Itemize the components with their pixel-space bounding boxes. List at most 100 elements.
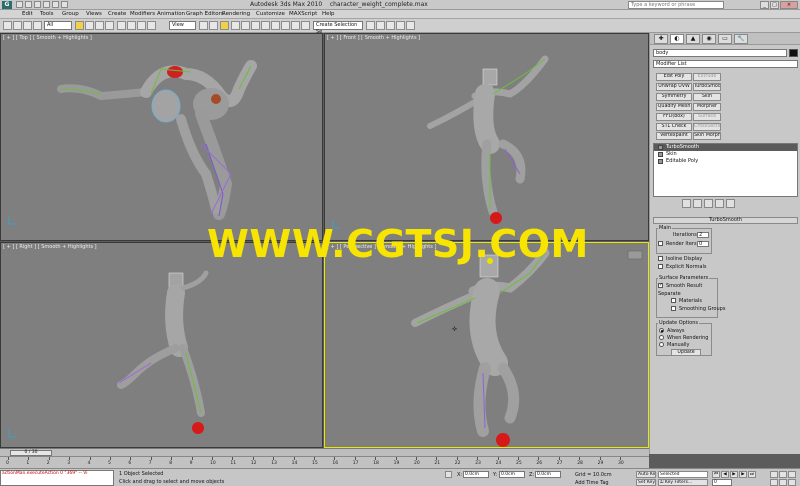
key-filters-button[interactable]: ⚿ Key Filters... bbox=[658, 479, 708, 486]
surface-button[interactable]: Surface bbox=[693, 113, 721, 121]
menu-customize[interactable]: Customize bbox=[256, 11, 285, 17]
light-bulb-icon[interactable] bbox=[658, 152, 663, 157]
region-select-icon[interactable] bbox=[95, 21, 104, 30]
menu-edit[interactable]: Edit bbox=[22, 11, 33, 17]
previous-frame-icon[interactable]: ◀ bbox=[721, 471, 729, 478]
add-time-tag[interactable]: Add Time Tag bbox=[575, 480, 609, 486]
when-rendering-radio[interactable] bbox=[659, 335, 664, 340]
rendered-frame-icon[interactable] bbox=[396, 21, 405, 30]
pan-view-icon[interactable] bbox=[779, 479, 787, 486]
field-of-view-icon[interactable] bbox=[770, 479, 778, 486]
lock-selection-icon[interactable] bbox=[445, 471, 452, 478]
tab-display[interactable]: ▭ bbox=[718, 34, 732, 44]
ffd-box-button[interactable]: FFD(box) bbox=[656, 113, 692, 121]
auto-key-button[interactable]: Auto Key bbox=[636, 471, 656, 478]
smoothing-groups-checkbox[interactable] bbox=[671, 306, 676, 311]
go-to-end-icon[interactable]: ⏭ bbox=[748, 471, 756, 478]
minimize-button[interactable]: _ bbox=[760, 1, 769, 9]
render-setup-icon[interactable] bbox=[386, 21, 395, 30]
materials-checkbox[interactable] bbox=[671, 298, 676, 303]
undo-icon[interactable] bbox=[43, 1, 50, 8]
maximize-button[interactable]: □ bbox=[770, 1, 779, 9]
tab-modify[interactable]: ◐ bbox=[670, 34, 684, 44]
render-icon[interactable] bbox=[406, 21, 415, 30]
crosssection-button[interactable]: CrossSection bbox=[693, 123, 721, 131]
tab-create[interactable]: ✚ bbox=[654, 34, 668, 44]
close-button[interactable]: × bbox=[780, 1, 798, 9]
always-radio[interactable] bbox=[659, 328, 664, 333]
percent-snap-icon[interactable] bbox=[241, 21, 250, 30]
pin-stack-icon[interactable] bbox=[682, 199, 691, 208]
viewport-right[interactable]: [ + ] [ Right ] [ Smooth + Highlights ] bbox=[0, 242, 323, 448]
light-bulb-icon[interactable] bbox=[658, 145, 663, 150]
tab-hierarchy[interactable]: ▲ bbox=[686, 34, 700, 44]
viewport-top[interactable]: [ + ] [ Top ] [ Smooth + Highlights ] bbox=[0, 33, 323, 241]
orbit-icon[interactable] bbox=[788, 479, 796, 486]
set-key-button[interactable]: Set Key bbox=[636, 479, 656, 486]
menu-maxscript[interactable]: MAXScript bbox=[289, 11, 317, 17]
select-manipulate-icon[interactable] bbox=[147, 21, 156, 30]
new-file-icon[interactable] bbox=[16, 1, 23, 8]
pivot-center-icon[interactable] bbox=[199, 21, 208, 30]
iterations-spinner[interactable]: 2 bbox=[697, 232, 709, 238]
remove-modifier-icon[interactable] bbox=[715, 199, 724, 208]
turbosmooth-rollout-header[interactable]: TurboSmooth bbox=[653, 217, 798, 224]
current-frame-field[interactable]: 0 bbox=[712, 479, 732, 486]
layer-manager-icon[interactable] bbox=[291, 21, 300, 30]
curve-editor-icon[interactable] bbox=[301, 21, 310, 30]
menu-animation[interactable]: Animation bbox=[157, 11, 185, 17]
update-button[interactable]: Update bbox=[671, 349, 701, 356]
menu-help[interactable]: Help bbox=[322, 11, 335, 17]
morpher-button[interactable]: Morpher bbox=[693, 103, 721, 111]
zoom-all-icon[interactable] bbox=[779, 471, 787, 478]
rotate-icon[interactable] bbox=[127, 21, 136, 30]
tab-motion[interactable]: ◉ bbox=[702, 34, 716, 44]
selection-filter-dropdown[interactable]: All bbox=[44, 21, 72, 30]
skin-morph-button[interactable]: Skin Morph bbox=[693, 132, 721, 140]
spinner-snap-icon[interactable] bbox=[251, 21, 260, 30]
make-unique-icon[interactable] bbox=[704, 199, 713, 208]
material-editor-icon[interactable] bbox=[376, 21, 385, 30]
tab-utilities[interactable]: 🔧 bbox=[734, 34, 748, 44]
play-icon[interactable]: ▶ bbox=[730, 471, 738, 478]
expand-icon[interactable] bbox=[658, 159, 663, 164]
edit-poly-button[interactable]: Edit Poly bbox=[656, 73, 692, 81]
object-name-field[interactable]: body bbox=[653, 49, 787, 57]
link-icon[interactable] bbox=[23, 21, 32, 30]
menu-tools[interactable]: Tools bbox=[40, 11, 54, 17]
open-file-icon[interactable] bbox=[25, 1, 32, 8]
scale-icon[interactable] bbox=[137, 21, 146, 30]
menu-create[interactable]: Create bbox=[108, 11, 126, 17]
maxscript-listener[interactable]: actionMan.executeAction 0 "369" -- Vi bbox=[0, 470, 114, 486]
mirror-icon[interactable] bbox=[271, 21, 280, 30]
edit-named-selection-icon[interactable] bbox=[261, 21, 270, 30]
stack-item-editable-poly[interactable]: Editable Poly bbox=[654, 158, 797, 165]
menu-group[interactable]: Group bbox=[62, 11, 79, 17]
render-iters-spinner[interactable]: 0 bbox=[697, 241, 709, 247]
hold-icon[interactable] bbox=[61, 1, 68, 8]
skin-button[interactable]: Skin bbox=[693, 93, 721, 101]
window-crossing-icon[interactable] bbox=[105, 21, 114, 30]
viewport-front[interactable]: [ + ] [ Front ] [ Smooth + Highlights ] bbox=[324, 33, 649, 241]
key-mode-dropdown[interactable]: Selected bbox=[658, 471, 708, 478]
x-coordinate-field[interactable]: 0.0cm bbox=[463, 471, 489, 478]
manually-radio[interactable] bbox=[659, 342, 664, 347]
menu-modifiers[interactable]: Modifiers bbox=[130, 11, 155, 17]
menu-graph-editors[interactable]: Graph Editors bbox=[186, 11, 224, 17]
stl-check-button[interactable]: STL Check bbox=[656, 123, 692, 131]
stack-item-skin[interactable]: Skin bbox=[654, 151, 797, 158]
save-file-icon[interactable] bbox=[34, 1, 41, 8]
zoom-extents-icon[interactable] bbox=[788, 471, 796, 478]
extrude-button[interactable]: Extrude bbox=[693, 73, 721, 81]
menu-rendering[interactable]: Rendering bbox=[222, 11, 250, 17]
menu-views[interactable]: Views bbox=[86, 11, 102, 17]
redo-tool-icon[interactable] bbox=[13, 21, 22, 30]
modifier-list-dropdown[interactable]: Modifier List bbox=[653, 60, 798, 68]
align-icon[interactable] bbox=[281, 21, 290, 30]
move-icon[interactable] bbox=[117, 21, 126, 30]
undo-tool-icon[interactable] bbox=[3, 21, 12, 30]
object-color-swatch[interactable] bbox=[789, 49, 798, 57]
app-logo-icon[interactable]: G bbox=[2, 1, 12, 9]
next-frame-icon[interactable]: ▶ bbox=[739, 471, 747, 478]
zoom-icon[interactable] bbox=[770, 471, 778, 478]
